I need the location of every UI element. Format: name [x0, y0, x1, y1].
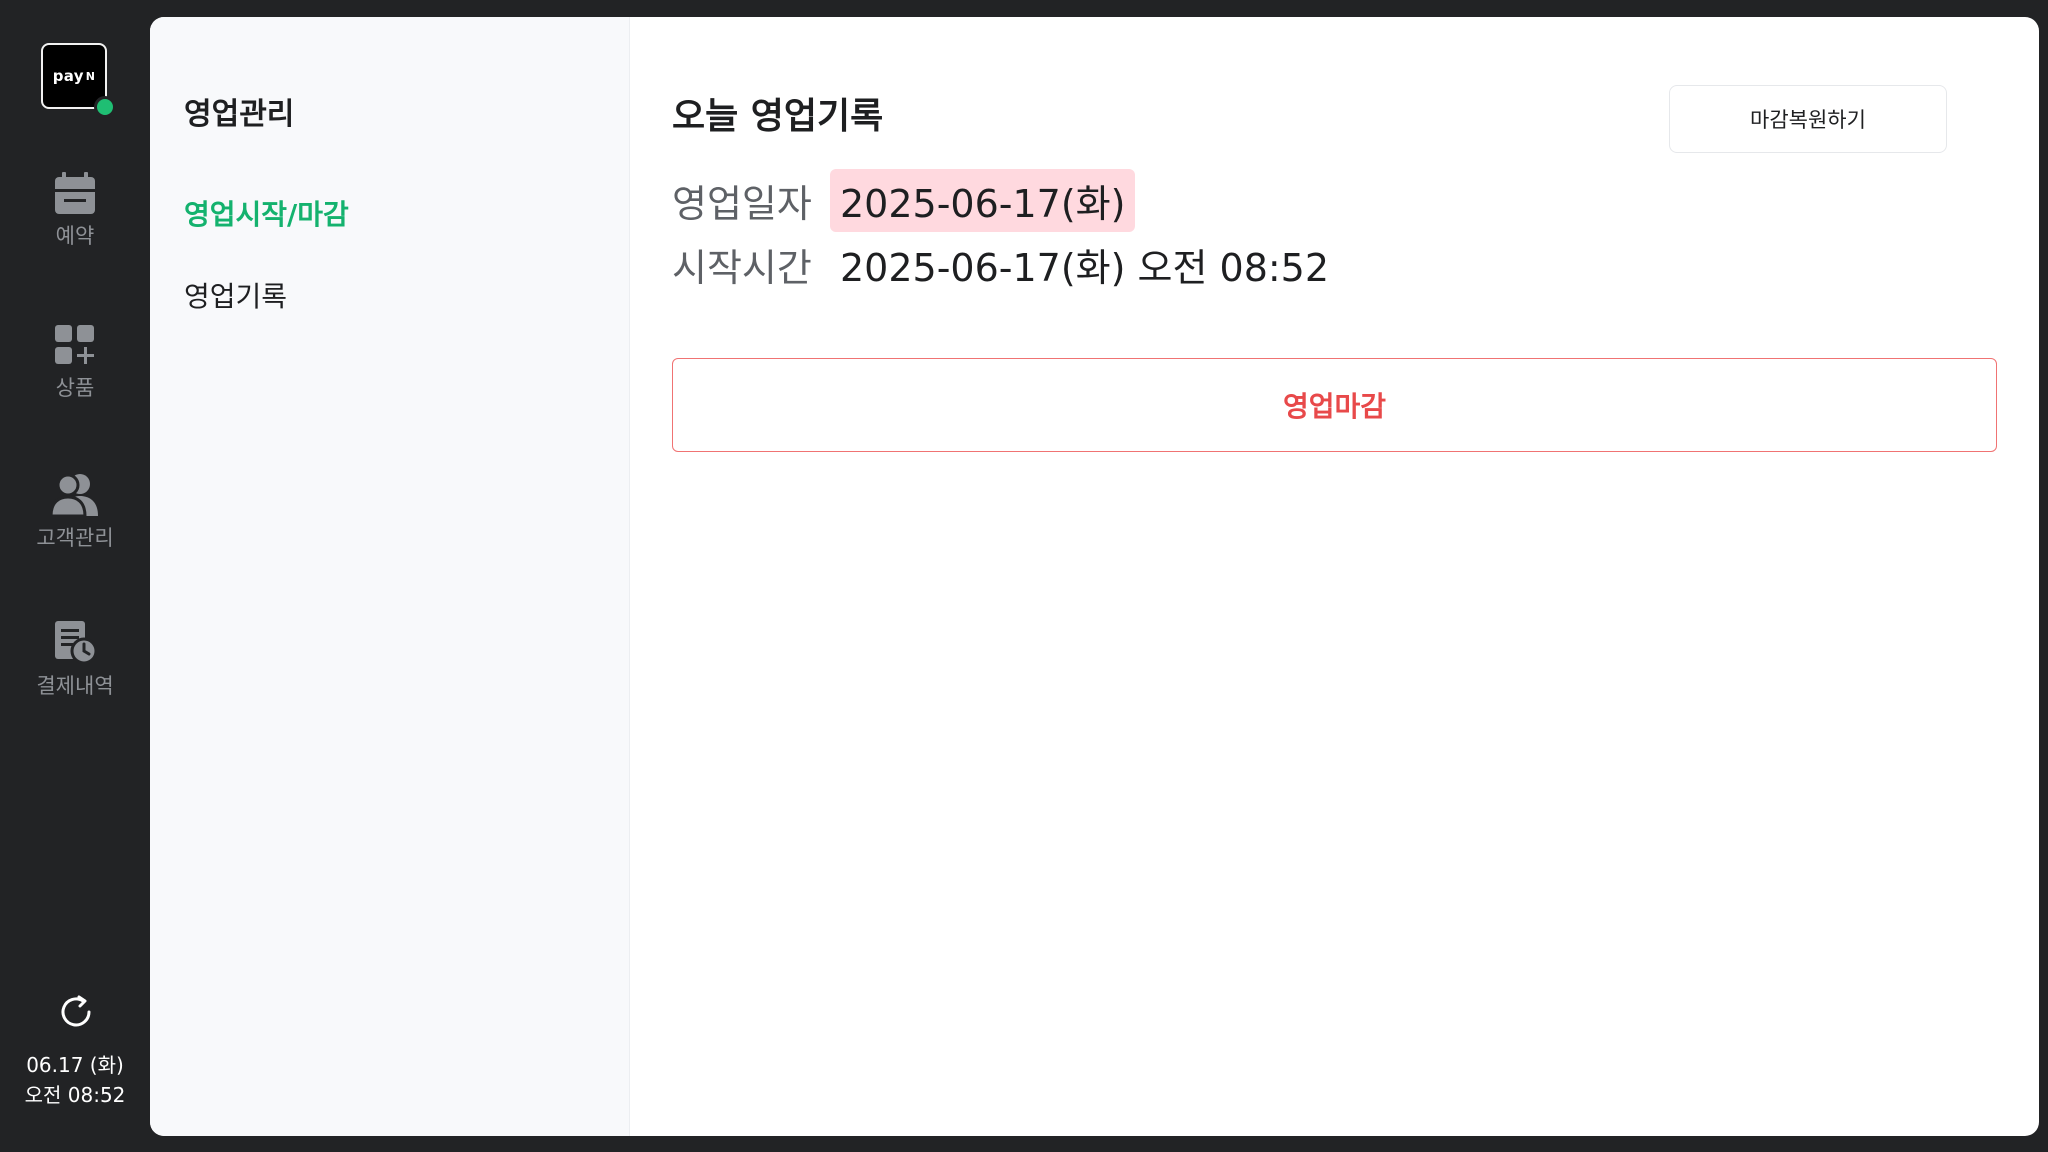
start-time-value: 2025-06-17(화) 오전 08:52 — [840, 246, 1330, 290]
nav-label-payments: 결제내역 — [36, 674, 114, 698]
nav-label-product: 상품 — [55, 376, 95, 400]
nav-item-product[interactable]: 상품 — [0, 324, 150, 402]
start-time-row: 시작시간 2025-06-17(화) 오전 08:52 — [672, 237, 1329, 292]
refresh-icon[interactable] — [56, 992, 96, 1032]
business-date-label: 영업일자 — [672, 182, 812, 226]
submenu-item-records[interactable]: 영업기록 — [184, 275, 287, 315]
nav-item-customers[interactable]: 고객관리 — [0, 472, 150, 552]
page-title: 오늘 영업기록 — [672, 96, 884, 137]
receipt-clock-icon — [55, 621, 97, 664]
nav-label-customers: 고객관리 — [36, 526, 114, 550]
current-date: 06.17 (화) — [26, 1053, 124, 1077]
product-grid-icon — [55, 325, 94, 364]
logo-text: pay — [52, 67, 84, 85]
submenu-item-open-close[interactable]: 영업시작/마감 — [184, 193, 349, 233]
nav-label-reservation: 예약 — [55, 224, 95, 248]
main-panel: 영업관리 영업시작/마감 영업기록 오늘 영업기록 마감복원하기 영업일자 20… — [150, 17, 2039, 1136]
restore-close-button[interactable]: 마감복원하기 — [1669, 85, 1947, 153]
app-sidebar: pay N 예약 상품 고객관리 결제내역 06.17 (화) 오전 08:52 — [0, 0, 150, 1152]
current-datetime: 06.17 (화) 오전 08:52 — [0, 1050, 150, 1110]
content-area: 오늘 영업기록 마감복원하기 영업일자 2025-06-17(화) 시작시간 2… — [630, 17, 2039, 1136]
nav-item-payments[interactable]: 결제내역 — [0, 620, 150, 700]
nav-item-reservation[interactable]: 예약 — [0, 172, 150, 250]
close-business-button[interactable]: 영업마감 — [672, 358, 1997, 452]
logo-mark: N — [85, 69, 96, 83]
business-date-row: 영업일자 2025-06-17(화) — [672, 169, 1136, 232]
submenu-title: 영업관리 — [184, 97, 295, 132]
calendar-icon — [55, 172, 95, 214]
current-time: 오전 08:52 — [24, 1083, 126, 1107]
business-date-value: 2025-06-17(화) — [830, 169, 1136, 232]
online-status-dot — [94, 96, 116, 118]
submenu: 영업관리 영업시작/마감 영업기록 — [150, 17, 630, 1136]
start-time-label: 시작시간 — [672, 246, 812, 290]
customers-icon — [50, 473, 98, 516]
